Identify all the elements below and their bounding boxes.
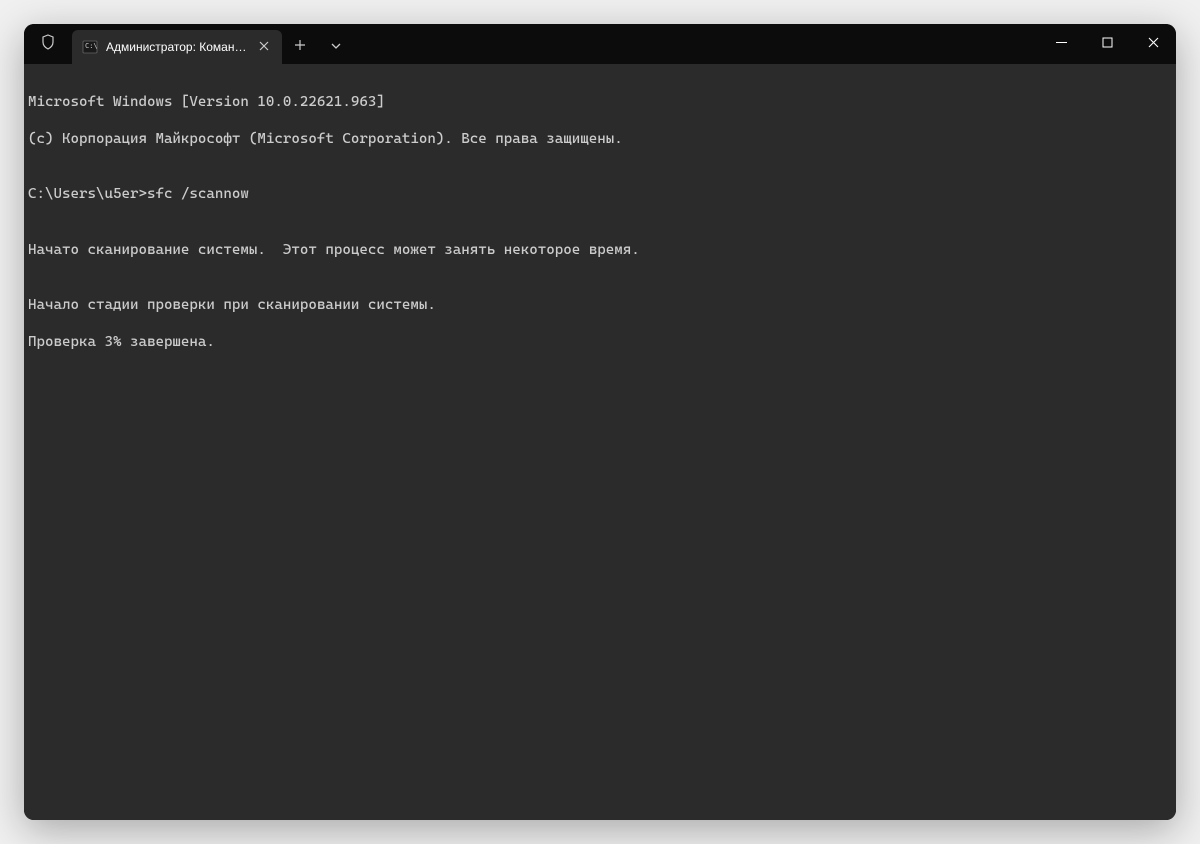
- output-line: Проверка 3% завершена.: [28, 333, 1172, 352]
- tab-close-button[interactable]: [256, 39, 272, 55]
- output-line: Microsoft Windows [Version 10.0.22621.96…: [28, 93, 1172, 112]
- close-icon: [1148, 35, 1159, 53]
- cmd-icon: C:\: [82, 39, 98, 55]
- plus-icon: [294, 38, 306, 56]
- close-window-button[interactable]: [1130, 24, 1176, 64]
- titlebar[interactable]: C:\ Администратор: Командна: [24, 24, 1176, 64]
- chevron-down-icon: [331, 38, 341, 56]
- output-line: Начало стадии проверки при сканировании …: [28, 296, 1172, 315]
- terminal-output[interactable]: Microsoft Windows [Version 10.0.22621.96…: [24, 64, 1176, 820]
- admin-shield-area: [24, 24, 72, 64]
- window-controls: [1038, 24, 1176, 64]
- close-icon: [259, 38, 269, 56]
- new-tab-button[interactable]: [282, 30, 318, 64]
- shield-icon: [40, 34, 56, 55]
- tab-dropdown-button[interactable]: [318, 30, 354, 64]
- output-line: C:\Users\u5er>sfc /scannow: [28, 185, 1172, 204]
- minimize-icon: [1056, 35, 1067, 53]
- tab-command-prompt[interactable]: C:\ Администратор: Командна: [72, 30, 282, 64]
- tab-actions: [282, 30, 354, 64]
- tab-title: Администратор: Командна: [106, 40, 248, 54]
- svg-text:C:\: C:\: [85, 42, 98, 50]
- terminal-window: C:\ Администратор: Командна: [24, 24, 1176, 820]
- maximize-button[interactable]: [1084, 24, 1130, 64]
- titlebar-drag-area[interactable]: [354, 24, 1038, 64]
- output-line: Начато сканирование системы. Этот процес…: [28, 241, 1172, 260]
- maximize-icon: [1102, 35, 1113, 53]
- output-line: (c) Корпорация Майкрософт (Microsoft Cor…: [28, 130, 1172, 149]
- minimize-button[interactable]: [1038, 24, 1084, 64]
